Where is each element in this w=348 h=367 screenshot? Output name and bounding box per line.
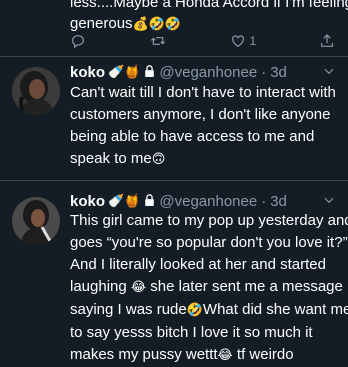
- timestamp[interactable]: 3d: [270, 64, 287, 81]
- separator-dot: ·: [261, 192, 267, 210]
- reply-icon: [72, 35, 84, 49]
- timestamp[interactable]: 3d: [270, 193, 287, 210]
- tweet-text-fragment: What did she want me: [202, 301, 348, 318]
- emoji: 🙃: [151, 152, 166, 167]
- tweet-header: koko 🍼🍯 @veganhonee · 3d: [70, 191, 287, 211]
- tweet-text-fragment: makes my pussy wettt: [70, 346, 218, 363]
- handle[interactable]: @veganhonee: [159, 193, 257, 210]
- tweet-text-fragment: tf weirdo: [232, 346, 294, 363]
- emoji: 🤣: [186, 303, 203, 318]
- handle[interactable]: @veganhonee: [159, 64, 257, 81]
- tweet-actions: 1: [70, 31, 335, 51]
- tweet-text-line: goes “you're so popular don't you love i…: [70, 234, 348, 251]
- tweet-text: Can't wait till I don't have to interact…: [70, 82, 342, 171]
- divider: [0, 56, 348, 57]
- tweet-text-fragment: speak to me: [70, 150, 152, 167]
- heart-icon: [231, 35, 244, 48]
- tweet-text-fragment: laughing: [70, 278, 131, 295]
- tweet-text-line: makes my pussy wettt😂 tf weirdo: [70, 344, 342, 367]
- tweet-text-line: to say yesss bitch I love it so much it: [70, 324, 313, 341]
- tweet-text-fragment: generous: [70, 15, 133, 32]
- chevron-down-icon: [324, 68, 334, 75]
- tweet-text-line: customers anymore, I don't like anyone: [70, 106, 331, 123]
- lock-icon: [144, 64, 155, 81]
- tweet-text-line: This girl came to my pop up yesterday an…: [70, 212, 348, 229]
- lock-icon: [144, 193, 155, 210]
- tweet-text-line: saying I was rude🤣What did she want me: [70, 299, 348, 322]
- share-icon: [321, 34, 333, 47]
- avatar[interactable]: [12, 67, 60, 115]
- emoji: 💰🤣🤣: [132, 17, 182, 32]
- tweet-text-line: speak to me🙃: [70, 148, 342, 171]
- tweet-text-line: laughing 😂 she later sent me a message: [70, 276, 343, 299]
- emoji: 😂: [217, 348, 233, 363]
- name-emojis: 🍼🍯: [108, 64, 141, 80]
- display-name[interactable]: koko: [70, 193, 105, 210]
- tweet-header: koko 🍼🍯 @veganhonee · 3d: [70, 62, 287, 82]
- tweet-text-line: Can't wait till I don't have to interact…: [70, 84, 336, 101]
- tweet-text: This girl came to my pop up yesterday an…: [70, 210, 348, 367]
- separator-dot: ·: [261, 63, 267, 81]
- emoji: 😂: [130, 280, 147, 295]
- reply-button[interactable]: [70, 32, 86, 50]
- retweet-icon: [150, 37, 165, 45]
- avatar[interactable]: [12, 197, 60, 245]
- retweet-button[interactable]: [149, 32, 167, 50]
- divider: [0, 180, 348, 181]
- share-button[interactable]: [319, 32, 335, 50]
- display-name[interactable]: koko: [70, 64, 105, 81]
- like-button[interactable]: 1: [230, 32, 257, 50]
- tweet-text-line: less....Maybe a Honda Accord if I'm feel…: [70, 0, 348, 11]
- tweet-text-fragment: saying I was rude: [70, 301, 187, 318]
- chevron-down-icon: [324, 197, 334, 204]
- like-count: 1: [249, 34, 257, 48]
- tweet-text-fragment: she later sent me a message: [146, 278, 343, 295]
- more-options-button[interactable]: [322, 64, 336, 83]
- tweet-text-partial: less....Maybe a Honda Accord if I'm feel…: [70, 0, 348, 35]
- tweet-text-line: And I literally looked at her and starte…: [70, 256, 326, 273]
- name-emojis: 🍼🍯: [108, 193, 141, 209]
- tweet-text-line: being able to have access to me and: [70, 128, 315, 145]
